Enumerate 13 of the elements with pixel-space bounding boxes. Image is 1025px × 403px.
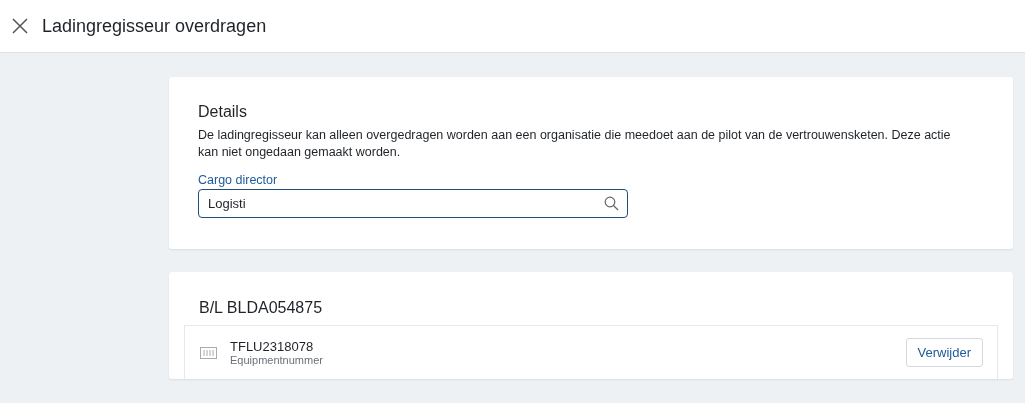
window-title: Ladingregisseur overdragen [42, 15, 267, 37]
close-icon [11, 17, 29, 35]
remove-button[interactable]: Verwijder [905, 338, 983, 367]
search-icon [604, 196, 619, 211]
container-icon [200, 346, 217, 359]
equipment-number: TFLU2318078 [230, 339, 315, 354]
section-heading: Details [198, 103, 248, 121]
close-button[interactable] [11, 17, 29, 35]
equipment-caption: Equipmentnummer [230, 354, 324, 366]
description-text: De ladingregisseur kan alleen overgedragen worden aan een organisatie die meedoet aan de pilot van de vertrouwensketen. Deze actie kan niet ongedaan gemaakt worden. [198, 127, 952, 161]
section-heading: B/L BLDA054875 [199, 299, 324, 317]
field-label: Cargo director [198, 173, 279, 187]
search-field[interactable]: Logisti [198, 189, 628, 218]
